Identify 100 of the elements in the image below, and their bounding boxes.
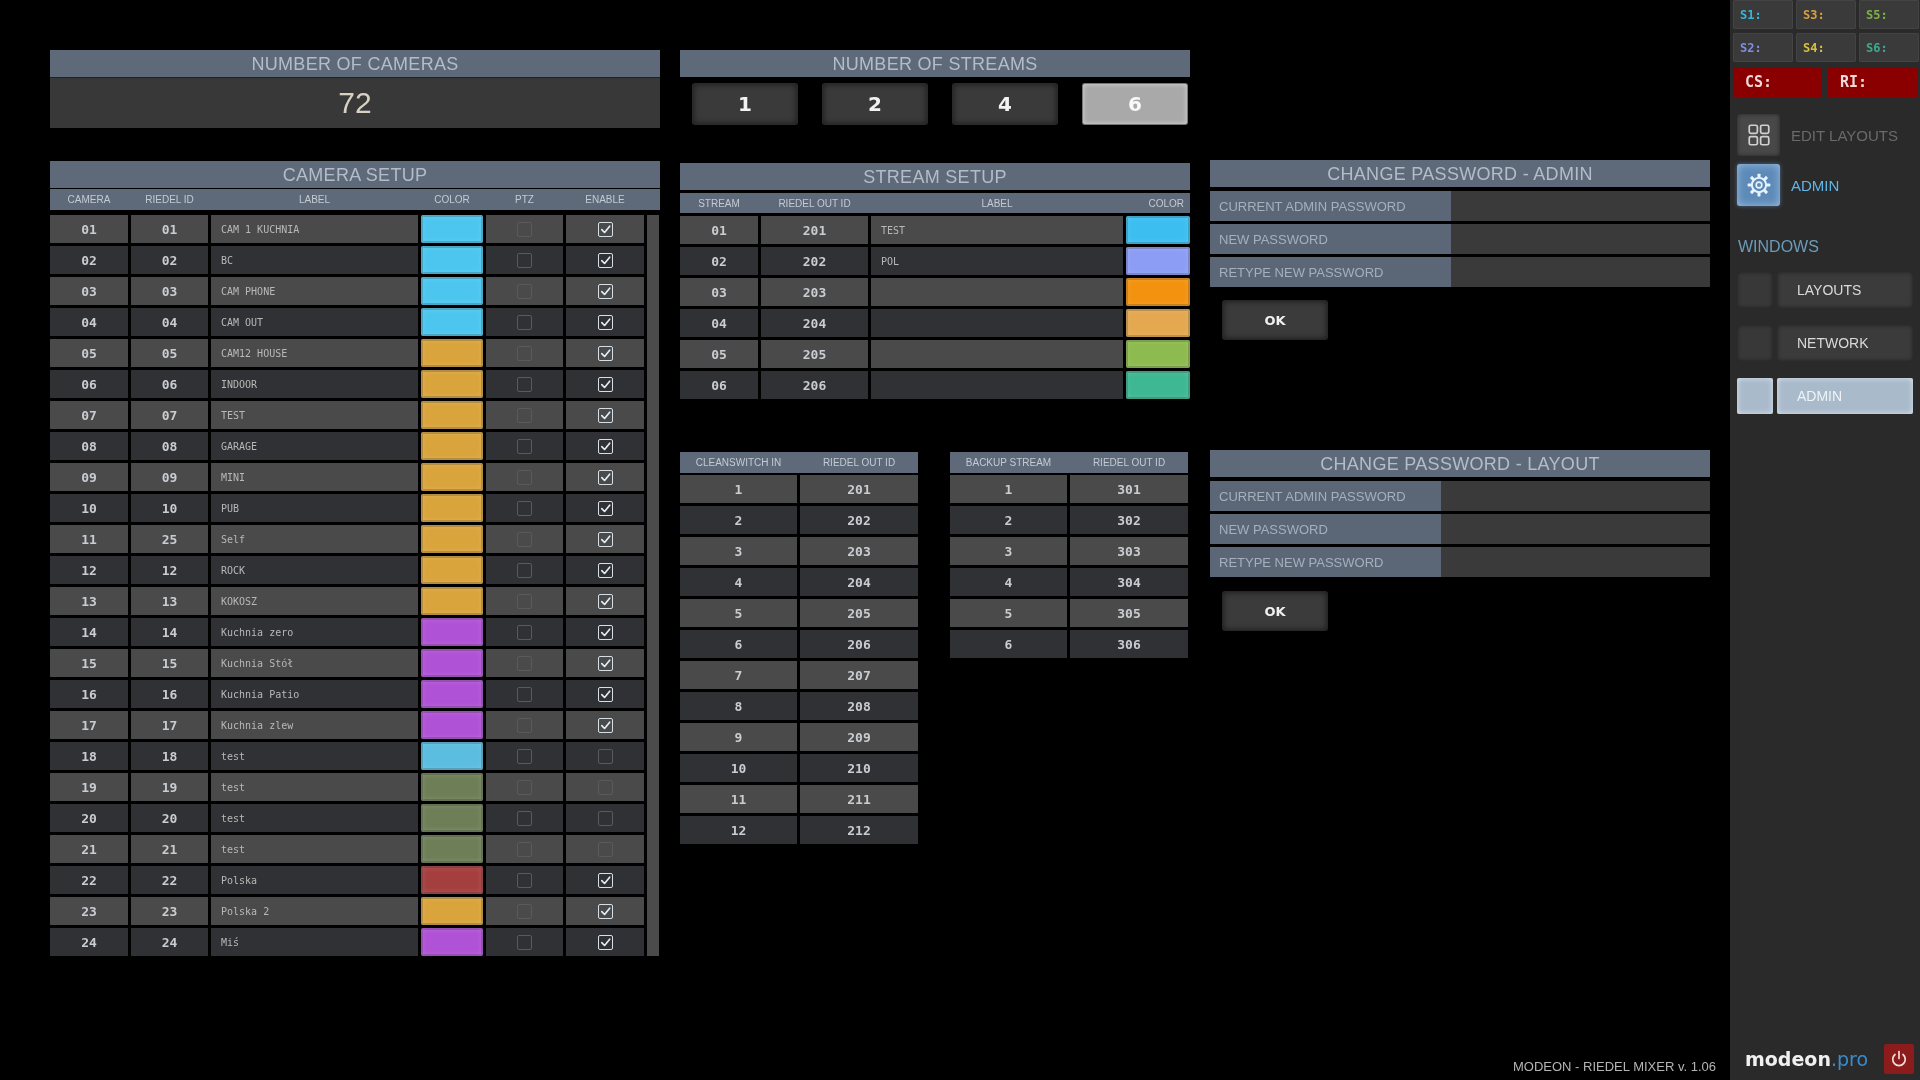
window-button[interactable]: LAYOUTS	[1777, 272, 1913, 308]
checkbox[interactable]	[597, 748, 613, 764]
color-swatch[interactable]	[421, 897, 483, 925]
table-cell[interactable]: Miś	[211, 928, 418, 956]
password-field[interactable]	[1441, 481, 1710, 511]
checkbox[interactable]	[517, 500, 532, 516]
table-cell[interactable]: Polska	[211, 866, 418, 894]
table-cell[interactable]: KOKOSZ	[211, 587, 418, 615]
nav-label[interactable]: ADMIN	[1791, 176, 1840, 194]
table-cell[interactable]: BC	[211, 246, 418, 274]
color-swatch[interactable]	[1126, 278, 1190, 306]
color-swatch[interactable]	[421, 215, 483, 243]
table-cell[interactable]	[871, 340, 1123, 368]
table-cell[interactable]	[871, 278, 1123, 306]
password-field[interactable]	[1441, 547, 1710, 577]
color-swatch[interactable]	[1126, 216, 1190, 244]
color-swatch[interactable]	[421, 618, 483, 646]
table-cell: 22	[131, 866, 208, 894]
table-cell[interactable]: Polska 2	[211, 897, 418, 925]
password-field[interactable]	[1441, 514, 1710, 544]
table-cell[interactable]: test	[211, 804, 418, 832]
table-cell[interactable]: CAM OUT	[211, 308, 418, 336]
table-cell[interactable]: test	[211, 835, 418, 863]
color-swatch[interactable]	[421, 804, 483, 832]
table-cell[interactable]: TEST	[871, 216, 1123, 244]
table-cell: 205	[800, 599, 918, 627]
color-swatch[interactable]	[1126, 371, 1190, 399]
table-cell[interactable]: Kuchnia zero	[211, 618, 418, 646]
scrollbar[interactable]	[647, 215, 659, 956]
window-button[interactable]: NETWORK	[1777, 325, 1913, 361]
color-swatch[interactable]	[421, 246, 483, 274]
checkbox[interactable]	[517, 252, 532, 268]
color-swatch[interactable]	[421, 773, 483, 801]
table-cell[interactable]: Kuchnia zlew	[211, 711, 418, 739]
checkbox[interactable]	[517, 686, 532, 702]
power-button[interactable]	[1884, 1044, 1914, 1074]
color-swatch[interactable]	[1126, 247, 1190, 275]
nav-icon-button[interactable]	[1737, 114, 1780, 156]
table-cell[interactable]: test	[211, 742, 418, 770]
table-cell: 02	[131, 246, 208, 274]
table-cell[interactable]: CAM12 HOUSE	[211, 339, 418, 367]
color-swatch[interactable]	[421, 370, 483, 398]
color-swatch[interactable]	[421, 308, 483, 336]
color-swatch[interactable]	[421, 866, 483, 894]
color-swatch[interactable]	[421, 835, 483, 863]
color-swatch[interactable]	[421, 277, 483, 305]
table-cell: 2	[950, 506, 1067, 534]
password-field[interactable]	[1451, 224, 1710, 254]
checkbox[interactable]	[517, 872, 532, 888]
color-swatch[interactable]	[421, 432, 483, 460]
color-swatch[interactable]	[421, 556, 483, 584]
color-swatch[interactable]	[421, 401, 483, 429]
checkbox[interactable]	[517, 624, 532, 640]
color-swatch[interactable]	[421, 587, 483, 615]
color-swatch[interactable]	[421, 711, 483, 739]
table-cell[interactable]: CAM PHONE	[211, 277, 418, 305]
table-cell[interactable]: GARAGE	[211, 432, 418, 460]
color-swatch[interactable]	[421, 928, 483, 956]
password-field[interactable]	[1451, 257, 1710, 287]
table-cell[interactable]: CAM 1 KUCHNIA	[211, 215, 418, 243]
table-cell: 5	[680, 599, 797, 627]
table-cell[interactable]	[871, 309, 1123, 337]
color-swatch[interactable]	[1126, 309, 1190, 337]
window-indicator[interactable]	[1737, 378, 1773, 414]
color-swatch[interactable]	[421, 742, 483, 770]
color-swatch[interactable]	[421, 463, 483, 491]
checkbox[interactable]	[597, 810, 613, 826]
stream-count-button[interactable]: 2	[823, 84, 927, 124]
color-swatch[interactable]	[421, 339, 483, 367]
table-cell[interactable]: ROCK	[211, 556, 418, 584]
color-swatch[interactable]	[421, 680, 483, 708]
password-field[interactable]	[1451, 191, 1710, 221]
table-cell: 14	[50, 618, 128, 646]
checkbox[interactable]	[517, 748, 532, 764]
stream-count-button[interactable]: 4	[953, 84, 1057, 124]
ok-button[interactable]: OK	[1223, 592, 1327, 630]
table-cell[interactable]: INDOOR	[211, 370, 418, 398]
table-cell[interactable]	[871, 371, 1123, 399]
table-cell: 05	[131, 339, 208, 367]
checkbox[interactable]	[517, 376, 532, 392]
checkbox[interactable]	[517, 562, 532, 578]
ok-button[interactable]: OK	[1223, 301, 1327, 339]
color-swatch[interactable]	[421, 649, 483, 677]
table-cell[interactable]: test	[211, 773, 418, 801]
table-cell[interactable]: Kuchnia Stół	[211, 649, 418, 677]
table-cell[interactable]: Self	[211, 525, 418, 553]
panel-header: CAMERA SETUP	[50, 161, 660, 188]
color-swatch[interactable]	[421, 525, 483, 553]
table-cell[interactable]: TEST	[211, 401, 418, 429]
color-swatch[interactable]	[421, 494, 483, 522]
table-cell[interactable]: Kuchnia Patio	[211, 680, 418, 708]
checkbox[interactable]	[517, 438, 532, 454]
table-cell[interactable]: POL	[871, 247, 1123, 275]
color-swatch[interactable]	[1126, 340, 1190, 368]
table-cell[interactable]: PUB	[211, 494, 418, 522]
checkbox[interactable]	[517, 810, 532, 826]
table-cell[interactable]: MINI	[211, 463, 418, 491]
checkbox[interactable]	[517, 934, 532, 950]
checkbox[interactable]	[517, 314, 532, 330]
stream-count-button[interactable]: 1	[693, 84, 797, 124]
